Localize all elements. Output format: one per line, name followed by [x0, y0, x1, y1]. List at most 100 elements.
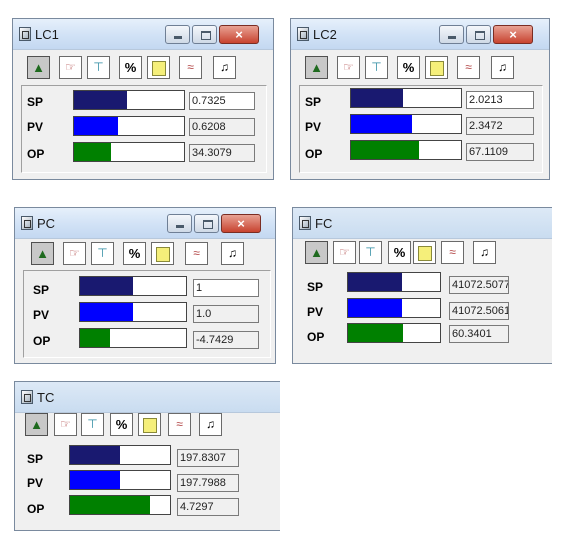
- op-label: OP: [27, 502, 45, 516]
- fc-window: FC ▲ ☞ ⊤ % ≈ ♫ SP 41072.5077 PV 41072.50…: [292, 207, 552, 364]
- percent-icon[interactable]: %: [110, 413, 133, 436]
- window-app-icon: [21, 390, 33, 404]
- tap-icon[interactable]: ⊤: [91, 242, 114, 265]
- music-icon[interactable]: ♫: [221, 242, 244, 265]
- graph-icon[interactable]: ≈: [185, 242, 208, 265]
- sp-bar: [79, 276, 187, 296]
- window-app-icon: [299, 216, 311, 230]
- close-button[interactable]: ×: [219, 25, 259, 44]
- minimize-button[interactable]: [167, 214, 192, 233]
- car-icon[interactable]: ▲: [305, 241, 328, 264]
- note-icon[interactable]: [425, 56, 448, 79]
- percent-icon[interactable]: %: [388, 241, 411, 264]
- window-app-icon: [297, 27, 309, 41]
- close-button[interactable]: ×: [221, 214, 261, 233]
- window-title: TC: [37, 390, 55, 405]
- percent-icon[interactable]: %: [119, 56, 142, 79]
- sp-value: 41072.5077: [449, 276, 509, 294]
- op-bar-fill: [70, 496, 150, 514]
- lc2-window: LC2 × ▲ ☞ ⊤ % ≈ ♫ SP 2.0213 PV 2.3472 OP…: [290, 18, 550, 180]
- pv-value: 41072.5061: [449, 302, 509, 320]
- sp-value: 197.8307: [177, 449, 239, 467]
- tap-icon[interactable]: ⊤: [87, 56, 110, 79]
- music-icon[interactable]: ♫: [491, 56, 514, 79]
- music-icon[interactable]: ♫: [473, 241, 496, 264]
- op-value: 4.7297: [177, 498, 239, 516]
- sp-bar-fill: [80, 277, 133, 295]
- op-label: OP: [27, 147, 45, 161]
- minimize-button[interactable]: [439, 25, 464, 44]
- tc-titlebar[interactable]: TC: [15, 382, 280, 413]
- pc-window: PC × ▲ ☞ ⊤ % ≈ ♫ SP 1 PV 1.0 OP -4.7429: [14, 207, 276, 364]
- op-bar-fill: [80, 329, 110, 347]
- window-title: LC2: [313, 27, 337, 42]
- percent-icon[interactable]: %: [397, 56, 420, 79]
- op-bar: [79, 328, 187, 348]
- sp-label: SP: [27, 452, 44, 466]
- car-icon[interactable]: ▲: [27, 56, 50, 79]
- pv-bar: [69, 470, 171, 490]
- pv-bar: [350, 114, 462, 134]
- pv-bar: [79, 302, 187, 322]
- sp-label: SP: [305, 95, 322, 109]
- sp-bar: [347, 272, 441, 292]
- hand-icon[interactable]: ☞: [54, 413, 77, 436]
- pc-titlebar[interactable]: PC ×: [15, 208, 275, 239]
- tap-icon[interactable]: ⊤: [359, 241, 382, 264]
- tap-icon[interactable]: ⊤: [81, 413, 104, 436]
- note-icon[interactable]: [151, 242, 174, 265]
- sp-value-input[interactable]: 2.0213: [466, 91, 534, 109]
- maximize-button[interactable]: [466, 25, 491, 44]
- lc1-titlebar[interactable]: LC1 ×: [13, 19, 273, 50]
- fc-titlebar[interactable]: FC: [293, 208, 552, 239]
- window-app-icon: [21, 216, 33, 230]
- pv-bar: [347, 298, 441, 318]
- percent-icon[interactable]: %: [123, 242, 146, 265]
- window-title: LC1: [35, 27, 59, 42]
- tc-window: TC ▲ ☞ ⊤ % ≈ ♫ SP 197.8307 PV 197.7988 O…: [14, 381, 280, 531]
- graph-icon[interactable]: ≈: [179, 56, 202, 79]
- close-button[interactable]: ×: [493, 25, 533, 44]
- pv-value: 1.0: [193, 305, 259, 323]
- pv-label: PV: [305, 120, 322, 134]
- sp-label: SP: [27, 95, 44, 109]
- hand-icon[interactable]: ☞: [333, 241, 356, 264]
- window-title: PC: [37, 216, 56, 231]
- op-value: -4.7429: [193, 331, 259, 349]
- car-icon[interactable]: ▲: [31, 242, 54, 265]
- tap-icon[interactable]: ⊤: [365, 56, 388, 79]
- car-icon[interactable]: ▲: [25, 413, 48, 436]
- pv-value: 2.3472: [466, 117, 534, 135]
- op-label: OP: [305, 147, 323, 161]
- music-icon[interactable]: ♫: [199, 413, 222, 436]
- sp-value-input[interactable]: 1: [193, 279, 259, 297]
- pv-value: 0.6208: [189, 118, 255, 136]
- hand-icon[interactable]: ☞: [337, 56, 360, 79]
- minimize-button[interactable]: [165, 25, 190, 44]
- lc2-titlebar[interactable]: LC2 ×: [291, 19, 549, 50]
- pv-bar-fill: [80, 303, 133, 321]
- maximize-button[interactable]: [194, 214, 219, 233]
- car-icon[interactable]: ▲: [305, 56, 328, 79]
- sp-value-input[interactable]: 0.7325: [189, 92, 255, 110]
- op-label: OP: [33, 334, 51, 348]
- music-icon[interactable]: ♫: [213, 56, 236, 79]
- graph-icon[interactable]: ≈: [441, 241, 464, 264]
- graph-icon[interactable]: ≈: [168, 413, 191, 436]
- window-title: FC: [315, 216, 333, 231]
- maximize-button[interactable]: [192, 25, 217, 44]
- op-label: OP: [307, 330, 325, 344]
- hand-icon[interactable]: ☞: [63, 242, 86, 265]
- op-value: 34.3079: [189, 144, 255, 162]
- note-icon[interactable]: [413, 241, 436, 264]
- pv-bar-fill: [70, 471, 120, 489]
- graph-icon[interactable]: ≈: [457, 56, 480, 79]
- sp-bar-fill: [351, 89, 403, 107]
- sp-label: SP: [33, 283, 50, 297]
- note-icon[interactable]: [138, 413, 161, 436]
- pv-bar-fill: [351, 115, 412, 133]
- op-bar: [347, 323, 441, 343]
- note-icon[interactable]: [147, 56, 170, 79]
- hand-icon[interactable]: ☞: [59, 56, 82, 79]
- sp-label: SP: [307, 280, 324, 294]
